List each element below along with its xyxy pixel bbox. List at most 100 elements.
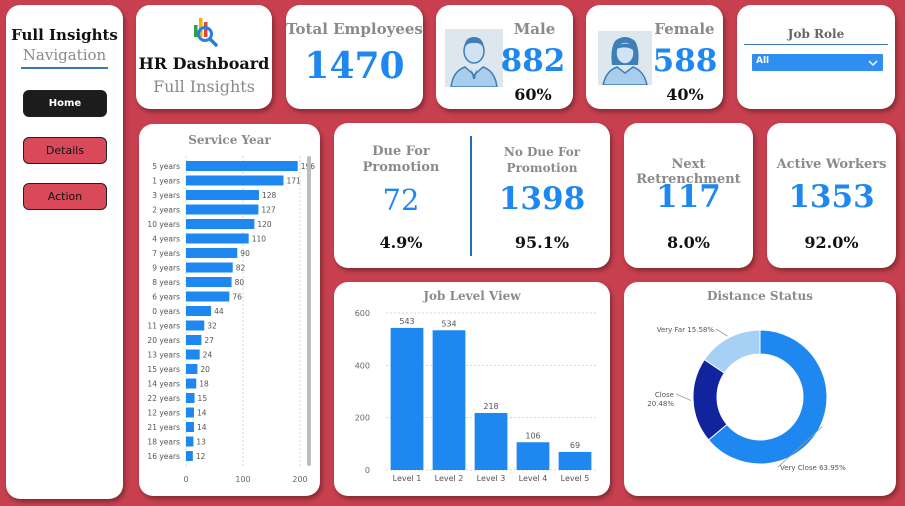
category-label: 10 years: [147, 220, 180, 229]
y-tick-label: 400: [355, 361, 370, 370]
data-label: 15: [198, 394, 208, 403]
bar: [186, 451, 193, 461]
bar: [390, 327, 424, 470]
male-value: 882: [500, 43, 566, 79]
data-label: 90: [240, 249, 250, 258]
details-button[interactable]: Details: [23, 137, 107, 164]
category-label: 8 years: [152, 278, 180, 287]
data-label: 12: [196, 452, 206, 461]
slice-label: Very Close 63.95%: [780, 464, 846, 472]
no-due-promotion-percent: 95.1%: [514, 233, 570, 252]
data-label: 32: [207, 322, 217, 331]
hr-dashboard-card: HR Dashboard Full Insights: [136, 5, 272, 109]
bar: [474, 412, 508, 470]
x-tick-label: 100: [235, 475, 250, 484]
data-label: 24: [203, 351, 213, 360]
no-due-promotion-label: No Due For Promotion: [503, 145, 581, 175]
category-label: 2 years: [152, 206, 180, 215]
bar: [186, 291, 230, 302]
job-role-selected: All: [756, 56, 770, 66]
female-avatar-icon: [598, 31, 652, 85]
data-label: 76: [232, 293, 242, 302]
male-percent: 60%: [514, 85, 552, 104]
due-promotion-value: 72: [382, 183, 420, 217]
slice-label: Close: [655, 391, 674, 399]
category-label: Level 5: [561, 474, 590, 483]
data-label: 27: [204, 336, 214, 345]
next-retrenchment-card: Next Retrenchment 117 8.0%: [624, 123, 753, 268]
data-label: 171: [286, 177, 301, 186]
distance-status-chart: Very Close 63.95% Close20.48% Very Far 15.…: [647, 326, 846, 472]
service-year-chart-card: Service Year 01002005 years1961 years171…: [139, 124, 320, 496]
category-label: 14 years: [147, 380, 180, 389]
active-workers-value: 1353: [788, 179, 875, 215]
y-tick-label: 600: [355, 309, 370, 318]
female-card: Female 588 40%: [586, 5, 723, 109]
female-label: Female: [654, 20, 715, 38]
navigation-panel: Full Insights Navigation Home Details Ac…: [6, 5, 123, 499]
promotion-card: Due For Promotion 72 4.9% No Due For Pro…: [334, 123, 610, 268]
bar: [186, 219, 255, 229]
dashboard-title: HR Dashboard: [138, 54, 270, 73]
x-tick-label: 200: [292, 475, 307, 484]
bar: [432, 330, 466, 470]
retrenchment-percent: 8.0%: [666, 233, 711, 252]
bar: [186, 204, 259, 215]
data-label: 69: [570, 441, 580, 450]
category-label: 9 years: [152, 264, 180, 273]
bar: [186, 175, 284, 186]
y-tick-label: 200: [355, 414, 370, 423]
bar: [186, 436, 194, 447]
category-label: 15 years: [147, 365, 180, 374]
active-workers-card: Active Workers 1353 92.0%: [767, 123, 896, 268]
data-label: 13: [196, 438, 206, 447]
data-label: 18: [199, 380, 209, 389]
category-label: 18 years: [147, 438, 180, 447]
category-label: 12 years: [147, 409, 180, 418]
data-label: 543: [399, 317, 414, 326]
y-tick-label: 0: [365, 466, 370, 475]
category-label: 3 years: [152, 191, 180, 200]
male-label: Male: [513, 20, 556, 38]
dashboard-subtitle: Full Insights: [153, 77, 255, 96]
category-label: 16 years: [147, 452, 180, 461]
job-level-chart-card: Job Level View 0 200 400 600 543 Level 1 534 Le…: [334, 282, 610, 496]
job-role-slicer-card: Job Role All: [737, 5, 895, 109]
analytics-search-icon: [194, 18, 218, 47]
home-button[interactable]: Home: [23, 90, 107, 117]
data-label: 120: [257, 220, 272, 229]
category-label: 4 years: [152, 235, 180, 244]
distance-status-chart-card: Distance Status Very Close 63.95% Close 20…: [624, 282, 896, 496]
category-label: 21 years: [147, 423, 180, 432]
bar: [186, 306, 212, 316]
data-label: 14: [197, 423, 207, 432]
category-label: Level 3: [477, 474, 506, 483]
category-label: 20 years: [147, 336, 180, 345]
slice-label: Very Far 15.58%: [657, 326, 715, 334]
data-label: 127: [261, 206, 276, 215]
category-label: 11 years: [147, 322, 180, 331]
job-role-dropdown[interactable]: All: [752, 54, 883, 71]
active-workers-label: Active Workers: [776, 157, 887, 172]
data-label: 80: [235, 278, 245, 287]
nav-title: Full Insights: [11, 26, 118, 44]
job-role-divider: [744, 44, 888, 45]
category-label: Level 4: [519, 474, 548, 483]
category-label: Level 2: [435, 474, 464, 483]
bar: [186, 190, 259, 200]
bar: [186, 349, 200, 360]
category-label: 0 years: [152, 307, 180, 316]
bar: [186, 407, 194, 418]
category-label: Level 1: [393, 474, 422, 483]
female-percent: 40%: [666, 85, 704, 104]
female-value: 588: [652, 43, 718, 79]
job-role-label: Job Role: [787, 27, 845, 41]
data-label: 20: [200, 365, 210, 374]
service-year-chart: 01002005 years1961 years1713 years1282 y…: [147, 156, 315, 484]
action-button[interactable]: Action: [23, 183, 107, 210]
x-tick-label: 0: [183, 475, 188, 484]
chart-scrollbar[interactable]: [307, 156, 311, 466]
no-due-promotion-value: 1398: [498, 181, 586, 217]
total-employees-value: 1470: [304, 45, 405, 87]
nav-divider: [21, 67, 108, 69]
